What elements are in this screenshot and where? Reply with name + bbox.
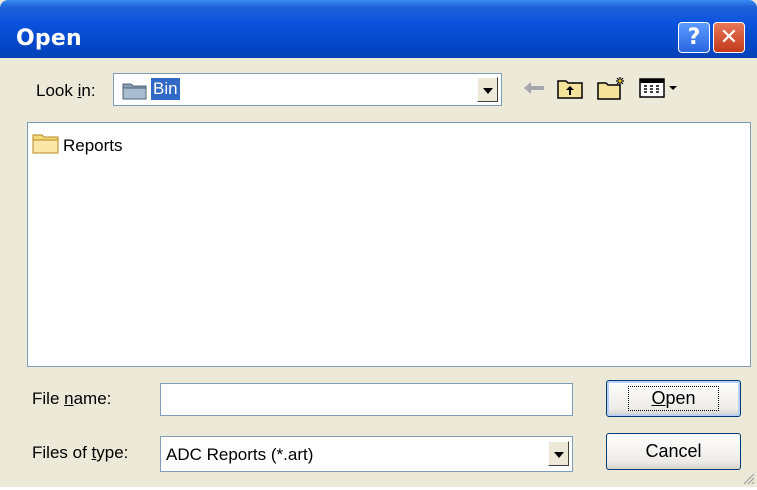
open-dialog: Open ? ✕ Look in: Bin Reports File name:… bbox=[0, 0, 757, 487]
files-of-type-dropdown-button[interactable] bbox=[548, 441, 569, 466]
open-button-label: Open bbox=[628, 386, 719, 411]
cancel-button[interactable]: Cancel bbox=[606, 433, 741, 470]
folder-icon bbox=[122, 81, 148, 105]
files-of-type-combobox[interactable]: ADC Reports (*.art) bbox=[160, 436, 573, 472]
chevron-down-icon bbox=[553, 445, 564, 463]
help-icon: ? bbox=[687, 25, 701, 50]
view-menu-button[interactable] bbox=[637, 76, 683, 104]
look-in-value: Bin bbox=[151, 78, 180, 100]
look-in-dropdown-button[interactable] bbox=[477, 77, 498, 102]
new-folder-icon bbox=[597, 76, 627, 105]
close-icon: ✕ bbox=[719, 25, 739, 50]
folder-icon bbox=[32, 132, 60, 159]
back-arrow-icon bbox=[523, 81, 545, 100]
help-button[interactable]: ? bbox=[678, 22, 710, 53]
list-item[interactable]: Reports bbox=[32, 132, 123, 159]
file-name: Reports bbox=[63, 135, 123, 155]
look-in-combobox[interactable]: Bin bbox=[113, 73, 502, 106]
file-list[interactable]: Reports bbox=[27, 122, 751, 367]
look-in-label: Look in: bbox=[36, 81, 96, 100]
close-button[interactable]: ✕ bbox=[713, 22, 745, 53]
resize-grip[interactable] bbox=[741, 471, 755, 485]
open-button[interactable]: Open bbox=[606, 380, 741, 417]
window-title: Open bbox=[16, 26, 82, 51]
file-name-field[interactable] bbox=[160, 383, 573, 416]
title-bar[interactable]: Open ? ✕ bbox=[0, 0, 757, 58]
files-of-type-value: ADC Reports (*.art) bbox=[166, 445, 314, 464]
up-folder-icon bbox=[557, 77, 583, 104]
back-button[interactable] bbox=[520, 76, 548, 104]
up-one-level-button[interactable] bbox=[555, 76, 585, 104]
view-menu-icon bbox=[639, 77, 681, 103]
files-of-type-label: Files of type: bbox=[32, 443, 129, 462]
chevron-down-icon bbox=[482, 81, 493, 99]
cancel-button-label: Cancel bbox=[645, 441, 702, 461]
file-name-label: File name: bbox=[32, 389, 112, 408]
create-new-folder-button[interactable] bbox=[595, 76, 629, 104]
